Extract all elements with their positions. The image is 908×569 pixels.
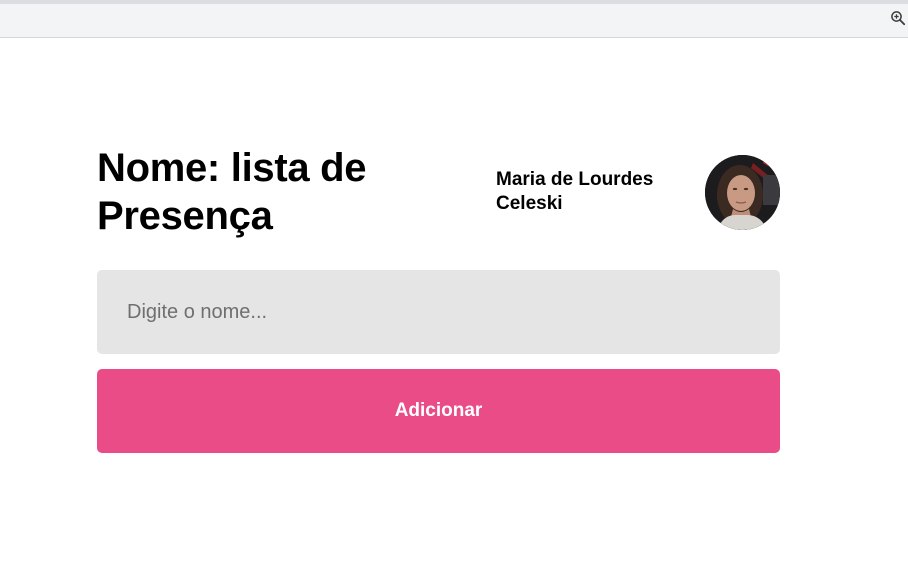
attendance-page: Nome: lista de Presença Maria de Lourdes… — [97, 140, 780, 453]
name-input[interactable] — [97, 270, 780, 354]
browser-address-strip — [0, 4, 908, 34]
zoom-in-icon[interactable] — [890, 10, 906, 26]
add-button[interactable]: Adicionar — [97, 369, 780, 453]
page-title: Nome: lista de Presença — [97, 146, 367, 238]
avatar-photo — [705, 155, 780, 230]
browser-toolbar — [0, 0, 908, 38]
user-name: Maria de Lourdes Celeski — [496, 169, 654, 214]
page-header: Nome: lista de Presença Maria de Lourdes… — [97, 140, 780, 270]
avatar — [705, 155, 780, 230]
